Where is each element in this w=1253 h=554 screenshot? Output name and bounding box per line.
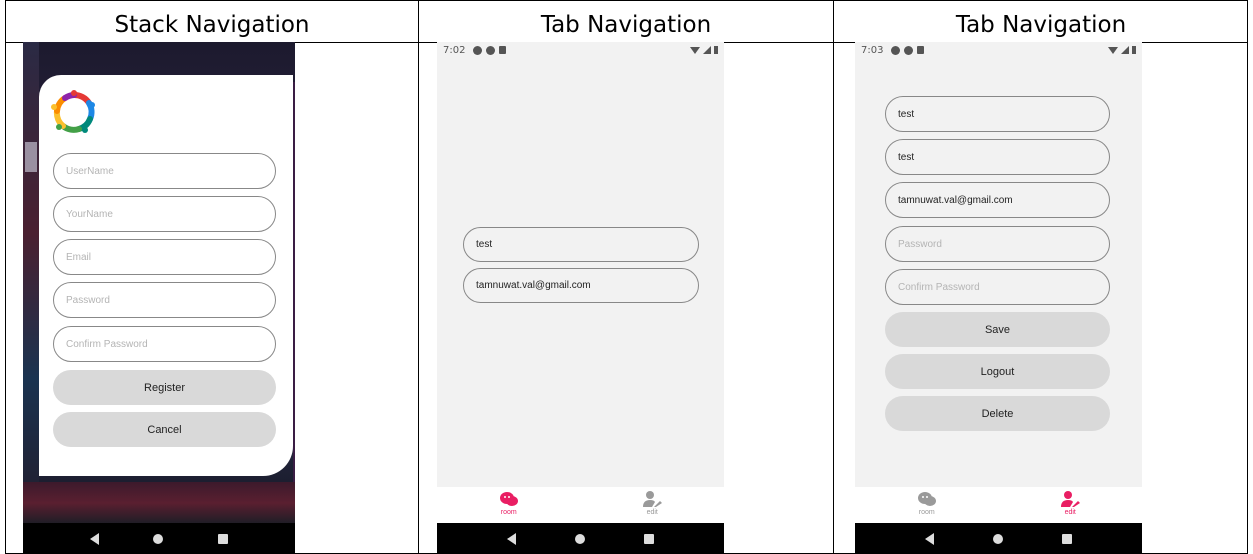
back-icon[interactable] <box>90 532 100 545</box>
room-screen: 7:02 room edit <box>437 42 724 554</box>
status-bar: 7:03 <box>855 42 1142 58</box>
sim-icon <box>499 46 507 54</box>
tab-room[interactable]: room <box>887 491 967 516</box>
tab-room-label: room <box>918 509 935 516</box>
tab-edit-label: edit <box>646 509 658 516</box>
confirm-password-field[interactable] <box>885 269 1110 305</box>
chat-icon <box>499 492 518 506</box>
notification-icon <box>486 45 496 55</box>
wifi-icon <box>690 47 700 54</box>
tab-room[interactable]: room <box>469 491 549 516</box>
background-sign <box>25 142 37 172</box>
signal-icon <box>1121 46 1129 54</box>
name-field[interactable] <box>885 139 1110 175</box>
recent-apps-icon[interactable] <box>644 533 655 544</box>
android-nav-bar <box>23 523 295 554</box>
notification-icon <box>891 45 901 55</box>
battery-icon <box>1132 46 1136 54</box>
background-image <box>23 42 39 522</box>
username-field[interactable] <box>53 153 276 189</box>
cancel-button[interactable]: Cancel <box>53 412 276 447</box>
confirm-password-field[interactable] <box>53 326 276 362</box>
password-field[interactable] <box>885 226 1110 262</box>
email-field[interactable] <box>463 268 699 303</box>
edit-profile-screen: 7:03 Save Logout Delete room <box>855 42 1142 554</box>
save-button[interactable]: Save <box>885 312 1110 347</box>
register-screen: Register Cancel <box>23 42 295 554</box>
register-card: Register Cancel <box>39 75 293 476</box>
username-field[interactable] <box>885 96 1110 132</box>
back-icon[interactable] <box>924 532 934 545</box>
app-logo-icon <box>51 90 95 133</box>
background-street <box>23 482 295 524</box>
column-title-tab-edit: Tab Navigation <box>955 12 1127 38</box>
email-field[interactable] <box>53 239 276 275</box>
recent-apps-icon[interactable] <box>1062 533 1073 544</box>
email-field[interactable] <box>885 182 1110 218</box>
signal-icon <box>703 46 711 54</box>
bottom-tab-bar: room edit <box>855 487 1142 523</box>
delete-button[interactable]: Delete <box>885 396 1110 431</box>
user-edit-icon <box>1061 491 1081 507</box>
notification-icon <box>904 45 914 55</box>
column-title-tab-room: Tab Navigation <box>540 12 712 38</box>
password-field[interactable] <box>53 282 276 318</box>
home-icon[interactable] <box>992 533 1003 544</box>
yourname-field[interactable] <box>53 196 276 232</box>
tab-edit[interactable]: edit <box>612 491 692 516</box>
sim-icon <box>917 46 925 54</box>
tab-edit[interactable]: edit <box>1030 491 1110 516</box>
android-nav-bar <box>437 523 724 554</box>
column-title-stack: Stack Navigation <box>114 12 310 38</box>
tab-room-label: room <box>500 509 517 516</box>
user-edit-icon <box>643 491 663 507</box>
tab-edit-label: edit <box>1064 509 1076 516</box>
battery-icon <box>714 46 718 54</box>
chat-icon <box>917 492 936 506</box>
register-button[interactable]: Register <box>53 370 276 405</box>
wifi-icon <box>1108 47 1118 54</box>
name-field[interactable] <box>463 227 699 262</box>
logout-button[interactable]: Logout <box>885 354 1110 389</box>
recent-apps-icon[interactable] <box>217 533 228 544</box>
column-divider <box>418 1 419 553</box>
column-divider <box>833 1 834 553</box>
notification-icon <box>473 45 483 55</box>
status-time: 7:03 <box>861 44 884 56</box>
android-nav-bar <box>855 523 1142 554</box>
bottom-tab-bar: room edit <box>437 487 724 523</box>
home-icon[interactable] <box>153 533 164 544</box>
back-icon[interactable] <box>506 532 516 545</box>
background-edge <box>293 82 295 482</box>
home-icon[interactable] <box>574 533 585 544</box>
status-time: 7:02 <box>443 44 466 56</box>
status-bar: 7:02 <box>437 42 724 58</box>
